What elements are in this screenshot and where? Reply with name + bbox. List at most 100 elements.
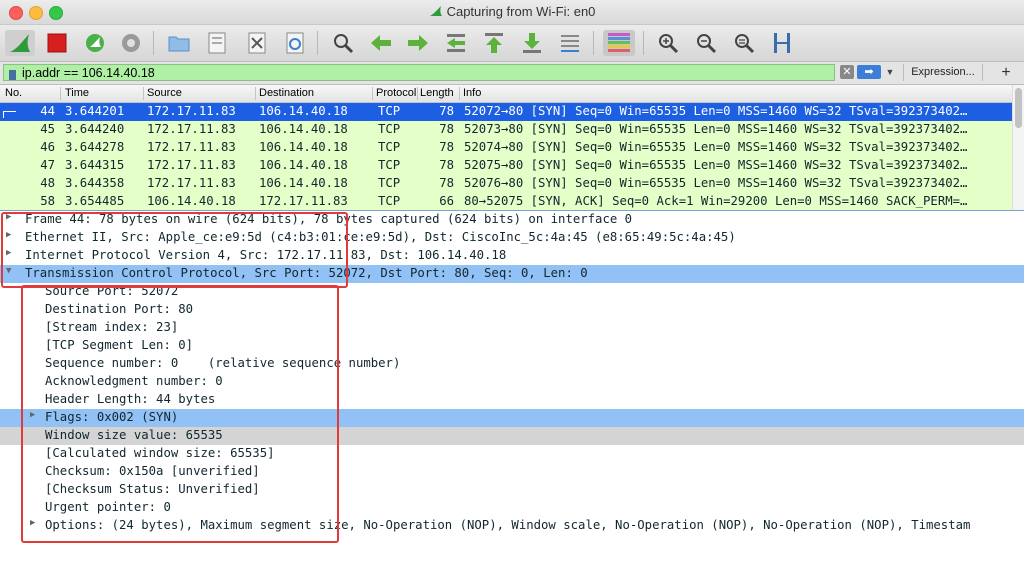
tree-item-tcp[interactable]: ▼ Transmission Control Protocol, Src Por… <box>0 265 1024 283</box>
last-packet-button[interactable] <box>519 30 545 56</box>
tcp-field[interactable]: [Calculated window size: 65535] <box>0 445 1024 463</box>
clear-filter-icon[interactable]: ✕ <box>840 65 854 79</box>
tcp-field-label: Checksum: 0x150a [unverified] <box>45 464 260 478</box>
column-header-protocol[interactable]: Protocol <box>376 87 416 99</box>
packet-source: 172.17.11.83 <box>147 104 236 118</box>
tcp-field-label: [Checksum Status: Unverified] <box>45 482 260 496</box>
tcp-field[interactable]: Checksum: 0x150a [unverified] <box>0 463 1024 481</box>
packet-row[interactable]: 48 3.644358 172.17.11.83 106.14.40.18 TC… <box>0 175 1012 193</box>
tcp-field-label: Window size value: 65535 <box>45 428 223 442</box>
resize-columns-icon <box>774 33 790 53</box>
display-filter-input[interactable]: ip.addr == 106.14.40.18 <box>3 64 835 81</box>
column-header-time[interactable]: Time <box>65 87 141 99</box>
tcp-field[interactable]: Urgent pointer: 0 <box>0 499 1024 517</box>
column-header-info[interactable]: Info <box>463 87 523 99</box>
expand-arrow-icon[interactable]: ▶ <box>6 230 16 240</box>
tcp-field[interactable]: Sequence number: 0 (relative sequence nu… <box>0 355 1024 373</box>
expression-button[interactable]: Expression... <box>903 64 983 81</box>
first-packet-button[interactable] <box>481 30 507 56</box>
tcp-field[interactable]: [Stream index: 23] <box>0 319 1024 337</box>
autoscroll-button[interactable] <box>557 30 583 56</box>
packet-row[interactable]: 58 3.654485 106.14.40.18 172.17.11.83 TC… <box>0 193 1012 211</box>
go-to-packet-button[interactable] <box>443 30 469 56</box>
bookmark-icon[interactable] <box>9 70 16 80</box>
first-packet-icon <box>485 33 503 53</box>
expand-arrow-icon[interactable]: ▶ <box>6 248 16 258</box>
packet-row[interactable]: 46 3.644278 172.17.11.83 106.14.40.18 TC… <box>0 139 1012 157</box>
column-header-length[interactable]: Length <box>420 87 458 99</box>
resize-columns-button[interactable] <box>769 30 795 56</box>
zoom-in-button[interactable] <box>655 30 681 56</box>
tcp-field-label: [TCP Segment Len: 0] <box>45 338 194 352</box>
tcp-field[interactable]: Source Port: 52072 <box>0 283 1024 301</box>
packet-info: 52076→80 [SYN] Seq=0 Win=65535 Len=0 MSS… <box>464 176 968 190</box>
tcp-field[interactable]: [Checksum Status: Unverified] <box>0 481 1024 499</box>
apply-filter-icon[interactable]: ➡ <box>857 65 881 79</box>
options-gear-icon <box>122 34 140 52</box>
last-packet-icon <box>523 33 541 53</box>
restart-capture-button[interactable] <box>82 30 108 56</box>
tcp-field-label: Source Port: 52072 <box>45 284 179 298</box>
column-header-no[interactable]: No. <box>5 87 57 99</box>
save-file-button[interactable] <box>204 30 230 56</box>
packet-length: 78 <box>439 104 454 118</box>
start-capture-button[interactable] <box>5 30 35 56</box>
packet-row[interactable]: 45 3.644240 172.17.11.83 106.14.40.18 TC… <box>0 121 1012 139</box>
go-forward-button[interactable] <box>405 30 431 56</box>
packet-no: 45 <box>40 122 55 136</box>
go-to-packet-icon <box>447 34 465 52</box>
tcp-field[interactable]: Window size value: 65535 <box>0 427 1024 445</box>
tcp-field-options[interactable]: ▶ Options: (24 bytes), Maximum segment s… <box>0 517 1024 535</box>
tree-item-ip[interactable]: ▶ Internet Protocol Version 4, Src: 172.… <box>0 247 1024 265</box>
tree-item-frame[interactable]: ▶ Frame 44: 78 bytes on wire (624 bits),… <box>0 211 1024 229</box>
packet-list-scrollbar[interactable] <box>1012 85 1024 210</box>
zoom-in-icon <box>659 34 679 54</box>
autoscroll-icon <box>561 35 579 52</box>
reload-file-button[interactable] <box>282 30 308 56</box>
tcp-field[interactable]: Acknowledgment number: 0 <box>0 373 1024 391</box>
restart-icon <box>86 34 104 52</box>
tcp-field-label: Destination Port: 80 <box>45 302 194 316</box>
scrollbar-thumb[interactable] <box>1015 88 1022 128</box>
packet-no: 48 <box>40 176 55 190</box>
expand-arrow-icon[interactable]: ▶ <box>6 212 16 222</box>
stop-icon <box>47 33 67 53</box>
tcp-field-label: [Calculated window size: 65535] <box>45 446 275 460</box>
packet-no: 47 <box>40 158 55 172</box>
packet-length: 78 <box>439 176 454 190</box>
tcp-field-label: Header Length: 44 bytes <box>45 392 216 406</box>
tcp-field-label: Options: (24 bytes), Maximum segment siz… <box>45 518 971 532</box>
chevron-down-icon[interactable]: ▼ <box>884 65 896 79</box>
packet-destination: 106.14.40.18 <box>259 104 348 118</box>
tcp-field-flags[interactable]: ▶ Flags: 0x002 (SYN) <box>0 409 1024 427</box>
packet-info: 52075→80 [SYN] Seq=0 Win=65535 Len=0 MSS… <box>464 158 968 172</box>
stop-capture-button[interactable] <box>44 30 70 56</box>
open-file-button[interactable] <box>166 30 192 56</box>
colorize-button[interactable] <box>603 30 635 56</box>
shark-fin-icon <box>429 6 442 16</box>
tcp-field[interactable]: Destination Port: 80 <box>0 301 1024 319</box>
packet-row[interactable]: 47 3.644315 172.17.11.83 106.14.40.18 TC… <box>0 157 1012 175</box>
zoom-out-button[interactable] <box>693 30 719 56</box>
collapse-arrow-icon[interactable]: ▼ <box>6 266 16 276</box>
add-filter-button[interactable]: + <box>992 63 1020 82</box>
expand-arrow-icon[interactable]: ▶ <box>30 518 40 528</box>
packet-list: No. Time Source Destination Protocol Len… <box>0 85 1024 211</box>
packet-time: 3.644278 <box>65 140 125 154</box>
capture-options-button[interactable] <box>118 30 144 56</box>
close-file-button[interactable] <box>244 30 270 56</box>
find-packet-button[interactable] <box>330 30 356 56</box>
open-folder-icon <box>168 36 190 52</box>
column-header-destination[interactable]: Destination <box>259 87 369 99</box>
tcp-field[interactable]: [TCP Segment Len: 0] <box>0 337 1024 355</box>
tcp-field-label: Sequence number: 0 (relative sequence nu… <box>45 356 401 370</box>
packet-length: 78 <box>439 140 454 154</box>
expand-arrow-icon[interactable]: ▶ <box>30 410 40 420</box>
packet-row-selected[interactable]: 44 3.644201 172.17.11.83 106.14.40.18 TC… <box>0 103 1012 121</box>
tree-item-ethernet[interactable]: ▶ Ethernet II, Src: Apple_ce:e9:5d (c4:b… <box>0 229 1024 247</box>
zoom-reset-button[interactable] <box>731 30 757 56</box>
tcp-field[interactable]: Header Length: 44 bytes <box>0 391 1024 409</box>
column-header-source[interactable]: Source <box>147 87 253 99</box>
go-back-button[interactable] <box>368 30 394 56</box>
go-back-icon <box>371 35 391 51</box>
